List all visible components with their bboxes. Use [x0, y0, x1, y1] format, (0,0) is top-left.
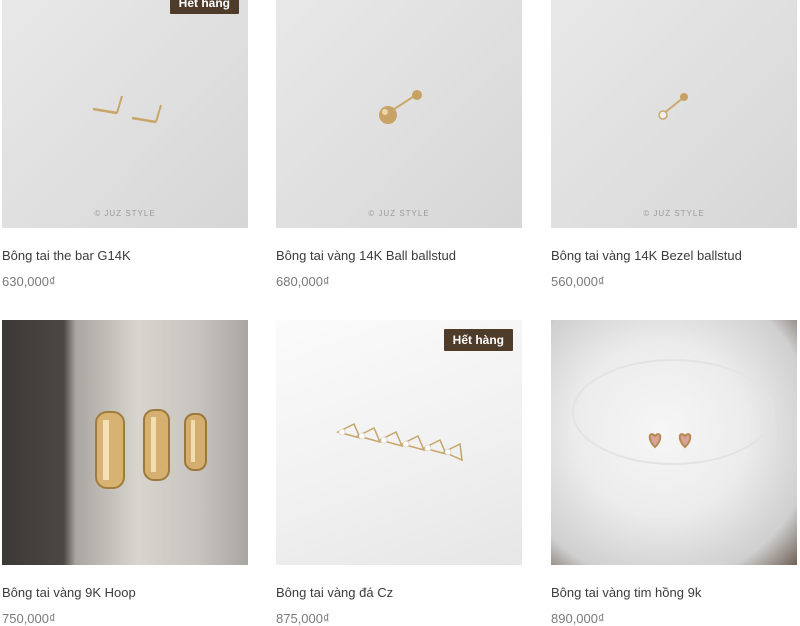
- out-of-stock-badge: Hết hàng: [169, 0, 239, 14]
- out-of-stock-badge: Hết hàng: [443, 329, 513, 351]
- product-title[interactable]: Bông tai vàng tim hồng 9k: [551, 585, 797, 600]
- product-card[interactable]: Hết hàng © JUZ STYLE Bông tai the bar G1…: [2, 0, 248, 289]
- pink-heart-earrings-image: [572, 359, 774, 465]
- product-image[interactable]: © JUZ STYLE: [551, 0, 797, 228]
- product-card[interactable]: © JUZ STYLE Bông tai vàng 14K Ball balls…: [276, 0, 522, 289]
- hoop-earrings-image: [95, 409, 207, 489]
- watermark: © JUZ STYLE: [643, 209, 705, 218]
- product-card[interactable]: © JUZ STYLE Bông tai vàng 14K Bezel ball…: [551, 0, 797, 289]
- product-title[interactable]: Bông tai vàng 14K Bezel ballstud: [551, 248, 797, 263]
- product-price: 890,000₫: [551, 611, 605, 626]
- bar-earrings-image: [92, 95, 162, 124]
- product-card[interactable]: Hết hàng Bông tai vàng đá Cz 875,000₫: [276, 320, 522, 626]
- product-title[interactable]: Bông tai the bar G14K: [2, 248, 248, 263]
- watermark: © JUZ STYLE: [94, 209, 156, 218]
- product-title[interactable]: Bông tai vàng 14K Ball ballstud: [276, 248, 522, 263]
- product-image[interactable]: [2, 320, 248, 565]
- product-image[interactable]: Hết hàng: [276, 320, 522, 565]
- product-grid: Hết hàng © JUZ STYLE Bông tai the bar G1…: [0, 0, 800, 626]
- ball-stud-image: [379, 90, 422, 124]
- watermark: © JUZ STYLE: [368, 209, 430, 218]
- product-price: 630,000₫: [2, 274, 56, 289]
- product-image[interactable]: Hết hàng © JUZ STYLE: [2, 0, 248, 228]
- bezel-stud-image: [658, 93, 688, 120]
- product-card[interactable]: Bông tai vàng tim hồng 9k 890,000₫: [551, 320, 797, 626]
- product-card[interactable]: Bông tai vàng 9K Hoop 750,000₫: [2, 320, 248, 626]
- product-price: 560,000₫: [551, 274, 605, 289]
- product-price: 750,000₫: [2, 611, 56, 626]
- product-title[interactable]: Bông tai vàng đá Cz: [276, 585, 522, 600]
- product-title[interactable]: Bông tai vàng 9K Hoop: [2, 585, 248, 600]
- cz-earrings-image: [335, 422, 463, 462]
- product-price: 680,000₫: [276, 274, 330, 289]
- product-image[interactable]: © JUZ STYLE: [276, 0, 522, 228]
- product-image[interactable]: [551, 320, 797, 565]
- product-price: 875,000₫: [276, 611, 330, 626]
